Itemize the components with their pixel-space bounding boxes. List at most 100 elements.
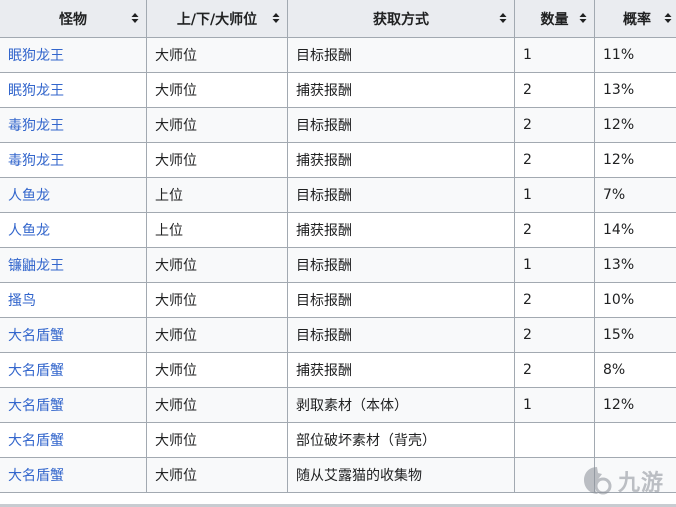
cell-monster[interactable]: 眠狗龙王 <box>0 37 147 73</box>
table-header-row: 怪物 上/下/大师位 获取方式 数量 概率 <box>0 0 676 38</box>
table-body: 眠狗龙王 大师位 目标报酬 1 11% 眠狗龙王 大师位 捕获报酬 2 13% … <box>0 37 676 493</box>
cell-rank: 大师位 <box>146 37 288 73</box>
cell-method: 目标报酬 <box>287 37 515 73</box>
table-row: 大名盾蟹 大师位 目标报酬 2 15% <box>0 317 676 353</box>
cell-rank: 大师位 <box>146 107 288 143</box>
cell-rate: 15% <box>594 317 676 353</box>
cell-rate: 8% <box>594 352 676 388</box>
column-header-rank[interactable]: 上/下/大师位 <box>146 0 288 38</box>
cell-rate: 12% <box>594 142 676 178</box>
table-row: 眠狗龙王 大师位 捕获报酬 2 13% <box>0 72 676 108</box>
monster-link[interactable]: 眠狗龙王 <box>8 48 64 64</box>
cell-monster[interactable]: 搔鸟 <box>0 282 147 318</box>
cell-method: 捕获报酬 <box>287 72 515 108</box>
cell-monster[interactable]: 毒狗龙王 <box>0 107 147 143</box>
table-row: 大名盾蟹 大师位 捕获报酬 2 8% <box>0 352 676 388</box>
monster-link[interactable]: 人鱼龙 <box>8 223 50 239</box>
cell-rate <box>594 422 676 458</box>
cell-rate: 14% <box>594 212 676 248</box>
column-header-label: 上/下/大师位 <box>176 11 258 28</box>
cell-monster[interactable]: 大名盾蟹 <box>0 317 147 353</box>
monster-link[interactable]: 搔鸟 <box>8 293 36 309</box>
monster-link[interactable]: 大名盾蟹 <box>8 468 64 484</box>
cell-quantity: 2 <box>514 317 595 353</box>
cell-method: 目标报酬 <box>287 317 515 353</box>
cell-rank: 大师位 <box>146 317 288 353</box>
cell-rank: 大师位 <box>146 282 288 318</box>
cell-monster[interactable]: 眠狗龙王 <box>0 72 147 108</box>
cell-quantity: 2 <box>514 142 595 178</box>
monster-link[interactable]: 人鱼龙 <box>8 188 50 204</box>
sort-icon[interactable] <box>131 12 139 24</box>
monster-link[interactable]: 大名盾蟹 <box>8 433 64 449</box>
table-row: 搔鸟 大师位 目标报酬 2 10% <box>0 282 676 318</box>
table-row: 眠狗龙王 大师位 目标报酬 1 11% <box>0 37 676 73</box>
column-header-monster[interactable]: 怪物 <box>0 0 147 38</box>
cell-monster[interactable]: 大名盾蟹 <box>0 352 147 388</box>
cell-monster[interactable]: 人鱼龙 <box>0 177 147 213</box>
cell-monster[interactable]: 大名盾蟹 <box>0 422 147 458</box>
cell-rank: 大师位 <box>146 422 288 458</box>
cell-monster[interactable]: 人鱼龙 <box>0 212 147 248</box>
cell-quantity: 2 <box>514 107 595 143</box>
column-header-label: 获取方式 <box>373 11 429 28</box>
monster-link[interactable]: 镰鼬龙王 <box>8 258 64 274</box>
drop-rate-table: 怪物 上/下/大师位 获取方式 数量 概率 眠狗龙王 大师位 目标报酬 1 11… <box>0 0 676 493</box>
cell-rank: 大师位 <box>146 142 288 178</box>
cell-rank: 大师位 <box>146 457 288 493</box>
monster-link[interactable]: 大名盾蟹 <box>8 363 64 379</box>
sort-icon[interactable] <box>272 12 280 24</box>
cell-rate: 12% <box>594 387 676 423</box>
cell-method: 目标报酬 <box>287 247 515 283</box>
cell-monster[interactable]: 镰鼬龙王 <box>0 247 147 283</box>
cell-quantity <box>514 422 595 458</box>
monster-link[interactable]: 毒狗龙王 <box>8 153 64 169</box>
column-header-method[interactable]: 获取方式 <box>287 0 515 38</box>
monster-link[interactable]: 眠狗龙王 <box>8 83 64 99</box>
column-header-label: 数量 <box>540 11 569 28</box>
table-row: 镰鼬龙王 大师位 目标报酬 1 13% <box>0 247 676 283</box>
cell-method: 目标报酬 <box>287 177 515 213</box>
cell-rate: 7% <box>594 177 676 213</box>
monster-link[interactable]: 毒狗龙王 <box>8 118 64 134</box>
sort-icon[interactable] <box>579 12 587 24</box>
table-row: 大名盾蟹 大师位 部位破坏素材（背壳） <box>0 422 676 458</box>
cell-rate: 12% <box>594 107 676 143</box>
cell-monster[interactable]: 大名盾蟹 <box>0 387 147 423</box>
cell-method: 捕获报酬 <box>287 142 515 178</box>
cell-method: 目标报酬 <box>287 282 515 318</box>
cell-method: 随从艾露猫的收集物 <box>287 457 515 493</box>
cell-rank: 上位 <box>146 177 288 213</box>
cell-monster[interactable]: 大名盾蟹 <box>0 457 147 493</box>
cell-quantity: 2 <box>514 212 595 248</box>
cell-rank: 上位 <box>146 212 288 248</box>
watermark-text: 九游 <box>618 470 665 496</box>
cell-method: 部位破坏素材（背壳） <box>287 422 515 458</box>
monster-link[interactable]: 大名盾蟹 <box>8 328 64 344</box>
column-header-label: 怪物 <box>59 11 87 28</box>
cell-quantity: 1 <box>514 247 595 283</box>
column-header-quantity[interactable]: 数量 <box>514 0 595 38</box>
sort-icon[interactable] <box>499 12 507 24</box>
column-header-label: 概率 <box>623 11 651 28</box>
cell-method: 目标报酬 <box>287 107 515 143</box>
cell-method: 捕获报酬 <box>287 212 515 248</box>
table-row: 人鱼龙 上位 捕获报酬 2 14% <box>0 212 676 248</box>
table-row: 大名盾蟹 大师位 随从艾露猫的收集物 <box>0 457 676 493</box>
cell-rate: 13% <box>594 247 676 283</box>
monster-link[interactable]: 大名盾蟹 <box>8 398 64 414</box>
column-header-rate[interactable]: 概率 <box>594 0 676 38</box>
cell-quantity: 1 <box>514 37 595 73</box>
jiuyou-logo-icon <box>584 467 612 495</box>
cell-method: 捕获报酬 <box>287 352 515 388</box>
cell-rate: 13% <box>594 72 676 108</box>
cell-quantity: 2 <box>514 282 595 318</box>
sort-icon[interactable] <box>664 12 672 24</box>
cell-rate: 11% <box>594 37 676 73</box>
table-row: 毒狗龙王 大师位 目标报酬 2 12% <box>0 107 676 143</box>
cell-rank: 大师位 <box>146 352 288 388</box>
cell-rank: 大师位 <box>146 72 288 108</box>
site-watermark: 九游 <box>580 461 672 501</box>
cell-method: 剥取素材（本体） <box>287 387 515 423</box>
cell-monster[interactable]: 毒狗龙王 <box>0 142 147 178</box>
